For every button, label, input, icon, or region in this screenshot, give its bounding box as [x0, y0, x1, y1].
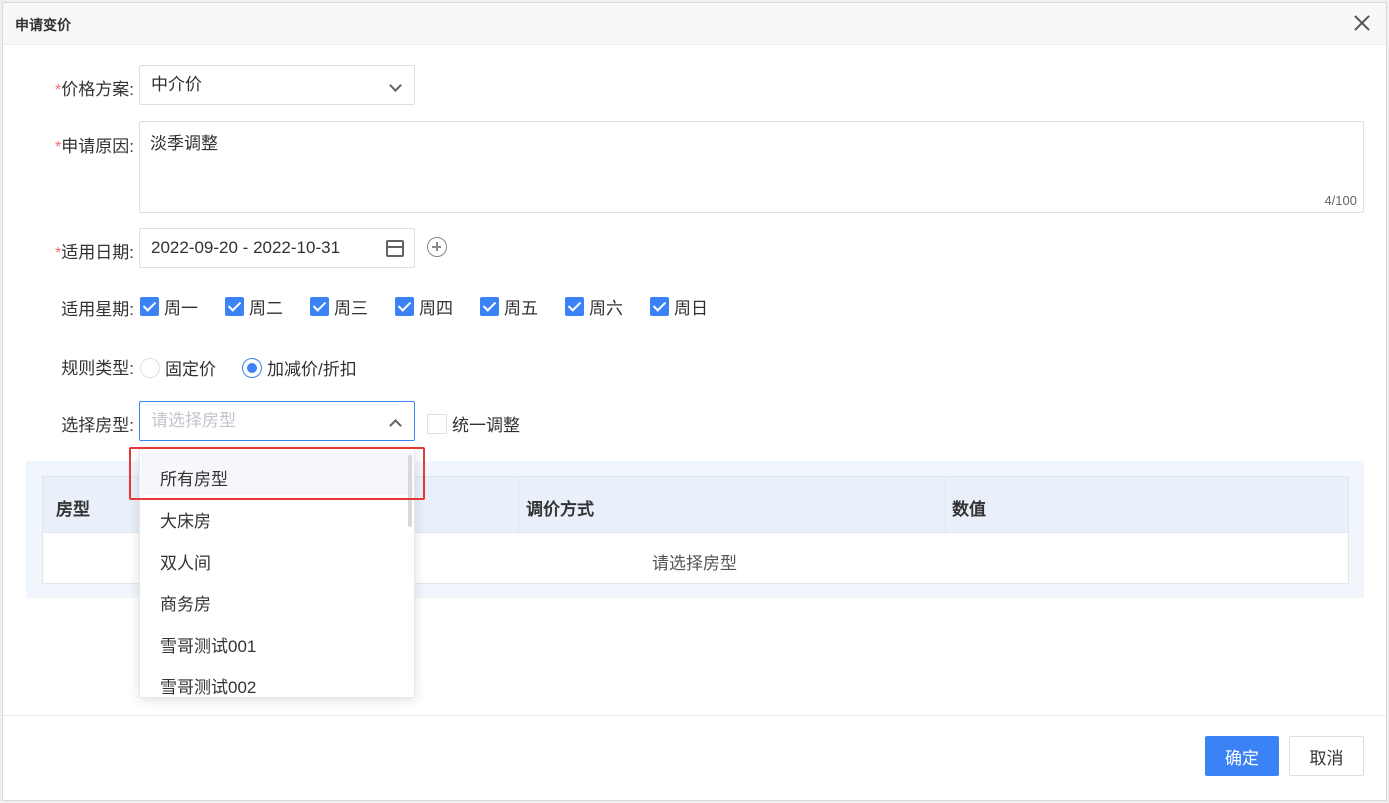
weekday-checkbox-tue[interactable]: 周二: [225, 295, 283, 318]
chevron-up-icon: [389, 419, 402, 432]
radio-circle-icon: [140, 357, 160, 378]
weekday-checkbox-wed[interactable]: 周三: [310, 295, 368, 318]
reason-textarea[interactable]: 淡季调整 4/100: [139, 121, 1364, 213]
char-count: 4/100: [1324, 193, 1357, 208]
checkbox-empty-icon: [427, 413, 447, 434]
date-range-value: 2022-09-20 - 2022-10-31: [151, 238, 341, 257]
apply-price-change-dialog: 申请变价 *价格方案: 中介价 *申请原因: 淡季调整 4/100 *适用日期:…: [2, 2, 1387, 801]
check-icon: [395, 296, 414, 316]
room-type-label: 选择房型:: [61, 416, 134, 435]
weekday-checkbox-thu[interactable]: 周四: [395, 295, 453, 318]
radio-selected-icon: [242, 357, 262, 378]
room-type-placeholder: 请选择房型: [151, 411, 236, 430]
unified-adjust-checkbox[interactable]: 统一调整: [427, 411, 520, 436]
rule-type-label: 规则类型:: [61, 359, 134, 378]
weekday-checkbox-fri[interactable]: 周五: [480, 295, 538, 318]
calendar-icon: [386, 240, 404, 257]
column-divider: [518, 477, 519, 533]
cancel-button[interactable]: 取消: [1289, 736, 1364, 776]
close-icon[interactable]: [1350, 11, 1374, 35]
check-icon: [310, 296, 329, 316]
check-icon: [225, 296, 244, 316]
price-plan-select[interactable]: 中介价: [139, 65, 415, 105]
dialog-title: 申请变价: [15, 17, 71, 33]
weekdays-label: 适用星期:: [61, 300, 134, 319]
table-empty-text: 请选择房型: [652, 554, 737, 573]
dialog-header: 申请变价: [3, 3, 1386, 45]
col-room-type: 房型: [56, 500, 90, 519]
footer-divider: [3, 715, 1386, 716]
option-business-room[interactable]: 商务房: [160, 590, 211, 615]
add-date-range-icon[interactable]: [427, 237, 447, 257]
weekday-checkbox-sat[interactable]: 周六: [565, 295, 623, 318]
check-icon: [480, 296, 499, 316]
col-adjust-method: 调价方式: [526, 500, 594, 519]
chevron-down-icon: [389, 79, 402, 92]
date-range-picker[interactable]: 2022-09-20 - 2022-10-31: [139, 228, 415, 268]
reason-label: *申请原因:: [55, 137, 134, 156]
room-type-select[interactable]: 请选择房型: [139, 401, 415, 441]
highlight-box: [129, 447, 425, 500]
col-value: 数值: [952, 500, 986, 519]
option-test-001[interactable]: 雪哥测试001: [160, 632, 256, 657]
check-icon: [565, 296, 584, 316]
radio-adjust-discount[interactable]: 加减价/折扣: [242, 355, 357, 380]
check-icon: [140, 296, 159, 316]
option-twin-room[interactable]: 双人间: [160, 549, 211, 574]
price-plan-label: *价格方案:: [55, 80, 134, 99]
weekday-checkbox-sun[interactable]: 周日: [650, 295, 708, 318]
weekday-checkbox-mon[interactable]: 周一: [140, 295, 198, 318]
option-king-room[interactable]: 大床房: [160, 507, 211, 532]
confirm-button[interactable]: 确定: [1205, 736, 1279, 776]
price-plan-value: 中介价: [151, 75, 202, 94]
option-test-002[interactable]: 雪哥测试002: [160, 673, 256, 697]
radio-fixed-price[interactable]: 固定价: [140, 355, 216, 380]
column-divider: [945, 477, 946, 533]
date-range-label: *适用日期:: [55, 243, 134, 262]
reason-value: 淡季调整: [150, 134, 218, 153]
check-icon: [650, 296, 669, 316]
